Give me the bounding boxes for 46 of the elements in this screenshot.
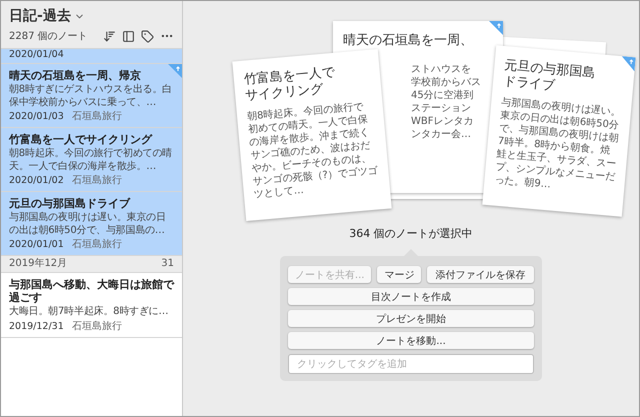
note-tag: 石垣島旅行 [72,320,122,332]
note-list-item[interactable]: 竹富島を一人でサイクリング 朝8時起床。今回の旅行で初めての晴天。一人で白保の海岸を散歩。… 2020/01/02 石垣島旅行 [1,128,182,192]
action-button[interactable]: マージ [377,266,422,283]
card-text: 学校前からバス [411,76,482,89]
action-button[interactable]: 目次ノートを作成 [288,288,534,305]
note-tag: 石垣島旅行 [72,111,122,123]
note-date: 2020/01/01 [9,239,64,251]
note-snippet: 大晦日。朝7時半起床。8時すぎに… [9,306,170,318]
card-text: ンタカー会… [411,128,472,141]
note-date: 2019/12/31 [9,320,64,332]
note-snippet: 与那国島の夜明けは遅い。東京の日の出は朝6時50分で、与那国島の… [9,212,167,237]
note-count: 2287 個のノート [9,30,89,43]
note-title: 晴天の石垣島を一周、帰京 [9,69,142,82]
card-text: ステーション [411,102,472,115]
selection-count: 364 個のノートが選択中 [349,227,473,241]
note-list-item[interactable]: 2020/01/04 [1,49,182,64]
action-button[interactable]: プレゼンを開始 [288,310,534,327]
card-title: 元旦の与那国島ドライブ [502,58,597,96]
card-text: 朝8時起床。今回の旅行で初めての晴天。一人で白保の海岸を散歩。沖まで続くサンゴ礁のため、波はおだやか。ビーチそのものは、サンゴの死骸（?）でゴツゴツとして… [246,101,380,202]
note-tag: 石垣島旅行 [72,239,122,251]
note-tag: 石垣島旅行 [72,175,122,187]
card-text: WBFレンタカ [411,115,474,128]
note-list-item[interactable]: 元旦の与那国島ドライブ 与那国島の夜明けは遅い。東京の日の出は朝6時50分で、与那国島の… 2020/01/01 石垣島旅行 [1,192,182,256]
note-title: 与那国島へ移動、大晦日は旅館で過ごす [9,278,175,304]
tag-input-field[interactable]: クリックしてタグを追加 [288,354,534,374]
note-snippet: 朝8時すぎにゲストハウスを出る。白保中学校前からバスに乗って、… [9,84,173,109]
panel-icon[interactable] [122,30,135,42]
note-list-item[interactable]: 晴天の石垣島を一周、帰京 朝8時すぎにゲストハウスを出る。白保中学校前からバスに乗って、… 2020/01/03 石垣島旅行 [1,64,182,128]
sort-icon[interactable] [103,30,116,42]
note-title: 元旦の与那国島ドライブ [9,197,132,210]
note-date: 2020/01/03 [9,111,64,123]
note-snippet: 朝8時起床。今回の旅行で初めての晴天。一人で白保の海岸を散歩。… [9,148,173,173]
section-count: 31 [161,258,174,270]
card-text: 与那国島の夜明けは遅い。東京の日の出は朝6時50分で、与那国島の夜明けは朝7時半。8時から朝食。焼鮭と生玉子、サラダ、スープ、シンプルなメニューだった。朝9… [494,96,622,192]
card-text: ストハウスを [411,63,472,76]
action-button[interactable]: ノートを移動... [288,332,534,349]
note-date: 2020/01/02 [9,175,64,187]
action-button[interactable]: 添付ファイルを保存 [427,266,534,283]
notebook-title: 日記-過去 [9,7,71,25]
note-date: 2020/01/04 [9,49,65,61]
tag-icon[interactable] [141,30,154,42]
card-title: 竹富島を一人でサイクリング [243,64,336,104]
section-label: 2019年12月 [9,258,68,270]
card-title: 晴天の石垣島を一周、 [343,33,474,49]
card-text: 45分に空港到 [411,89,475,102]
note-title: 竹富島を一人でサイクリング [9,133,154,146]
